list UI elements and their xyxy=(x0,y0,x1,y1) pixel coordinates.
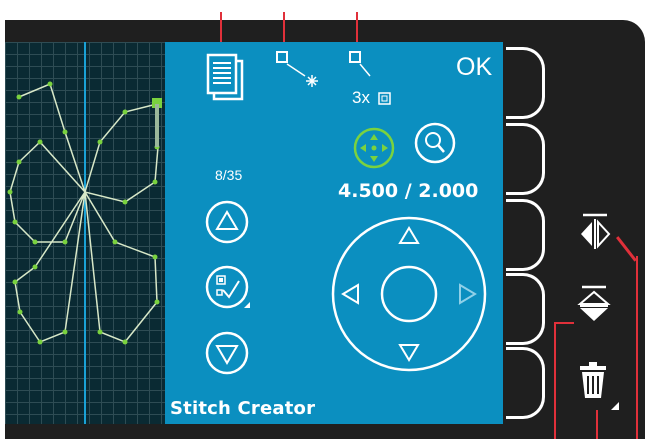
select-stitch-icon[interactable] xyxy=(204,264,254,312)
callout-line-triple-stitch xyxy=(356,12,358,46)
triple-stitch-icon[interactable] xyxy=(348,50,378,80)
callout-elbow-mirror-end xyxy=(554,322,574,324)
callout-line-document xyxy=(220,12,222,44)
sewing-machine-panel: 3x OK 4.500 / 2.000 8/35 Stitch Creator xyxy=(0,0,646,439)
mirror-end-to-end-icon[interactable] xyxy=(574,284,614,324)
navigation-wheel-icon[interactable] xyxy=(329,214,489,374)
callout-line-insert-point xyxy=(283,12,285,46)
ok-button[interactable]: OK xyxy=(456,53,492,82)
stitch-coordinates: 4.500 / 2.000 xyxy=(338,180,479,202)
side-button-2[interactable] xyxy=(506,123,545,195)
move-arrows-icon[interactable] xyxy=(352,126,396,170)
arrow-down-icon[interactable] xyxy=(204,330,250,376)
side-button-4[interactable] xyxy=(506,273,545,345)
arrow-up-icon[interactable] xyxy=(204,199,250,245)
stitch-grid[interactable] xyxy=(5,42,165,424)
repeat-label: 3x xyxy=(352,88,370,107)
callout-line-mirror-end xyxy=(554,322,556,439)
callout-line-mirror-side xyxy=(636,256,638,439)
zoom-icon[interactable] xyxy=(413,121,457,165)
stitch-pattern xyxy=(7,42,162,424)
side-button-5[interactable] xyxy=(506,347,545,419)
insert-point-icon[interactable] xyxy=(275,50,325,92)
stitch-counter: 8/35 xyxy=(215,167,243,183)
side-button-3[interactable] xyxy=(506,199,545,271)
mirror-side-to-side-icon[interactable] xyxy=(577,212,613,252)
triple-stitch-box-icon xyxy=(378,92,391,105)
side-button-1[interactable] xyxy=(506,47,545,119)
document-stack-icon[interactable] xyxy=(205,52,245,102)
trash-icon[interactable] xyxy=(575,358,623,414)
screen-title: Stitch Creator xyxy=(170,398,316,419)
callout-line-delete xyxy=(596,410,598,439)
